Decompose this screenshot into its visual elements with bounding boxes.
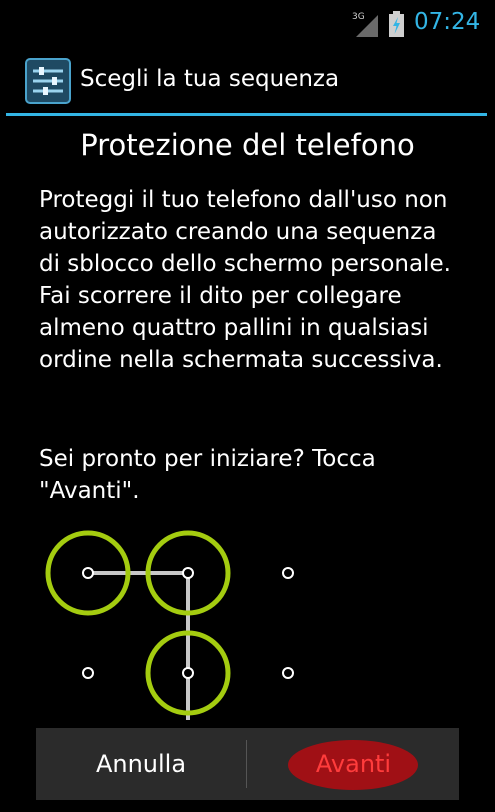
- unlock-pattern-illustration: [45, 530, 294, 720]
- pattern-line: [88, 571, 190, 720]
- pattern-dot: [182, 667, 194, 679]
- pattern-dot: [282, 667, 294, 679]
- cancel-button-label: Annulla: [95, 750, 187, 778]
- button-divider: [246, 740, 247, 788]
- next-button-label: Avanti: [315, 750, 392, 778]
- battery-charging-icon: [389, 11, 404, 37]
- bottom-button-bar: Annulla Avanti: [36, 728, 459, 800]
- cancel-button[interactable]: Annulla: [36, 728, 246, 800]
- action-bar-divider: [6, 113, 487, 116]
- next-button[interactable]: Avanti: [248, 728, 459, 800]
- pattern-dot: [182, 567, 194, 579]
- action-bar: Scegli la tua sequenza: [0, 50, 495, 113]
- settings-sliders-icon[interactable]: [25, 58, 71, 104]
- clock: 07:24: [414, 9, 481, 35]
- status-bar: 3G 07:24: [0, 0, 495, 50]
- action-bar-title: Scegli la tua sequenza: [80, 66, 340, 92]
- description-text: Proteggi il tuo telefono dall'uso non au…: [39, 187, 451, 373]
- prompt-text: Sei pronto per iniziare? Tocca "Avanti".: [39, 446, 376, 504]
- pattern-dot: [82, 567, 94, 579]
- network-3g-icon: 3G: [352, 12, 382, 38]
- pattern-dot: [282, 567, 294, 579]
- pattern-dot: [82, 667, 94, 679]
- page-title: Protezione del telefono: [80, 128, 415, 162]
